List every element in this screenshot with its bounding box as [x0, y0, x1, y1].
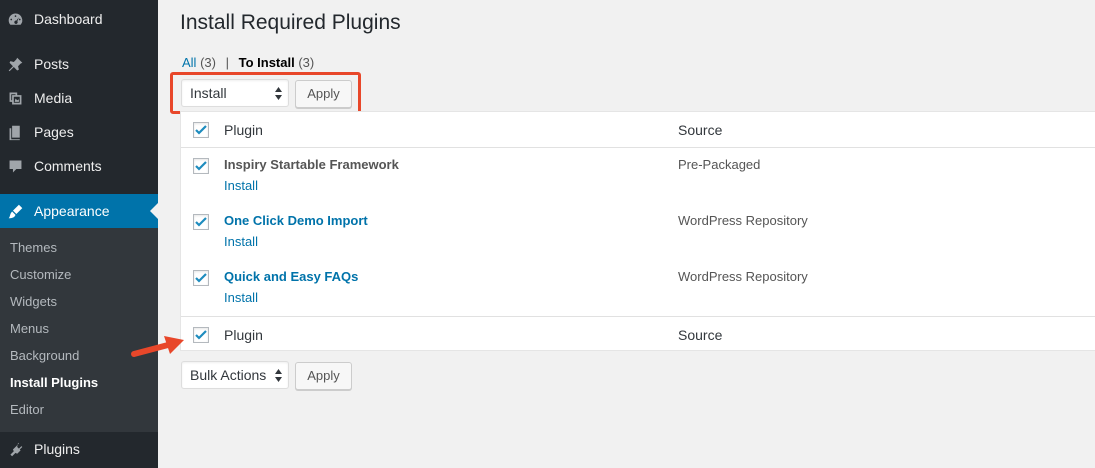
- submenu-customize[interactable]: Customize: [10, 265, 71, 285]
- media-icon: [7, 90, 24, 107]
- submenu-install-plugins[interactable]: Install Plugins: [10, 373, 98, 393]
- table-row: Quick and Easy FAQs Install WordPress Re…: [181, 261, 1095, 317]
- plugins-table: Plugin Source Inspiry Startable Framewor…: [180, 111, 1095, 351]
- table-row: One Click Demo Import Install WordPress …: [181, 205, 1095, 261]
- filter-all-link[interactable]: All: [182, 55, 196, 70]
- install-link[interactable]: Install: [224, 178, 258, 193]
- checkmark-icon: [195, 125, 207, 135]
- column-source-footer[interactable]: Source: [678, 327, 722, 343]
- table-header: Plugin Source: [181, 112, 1095, 148]
- select-arrows-icon: [275, 87, 282, 100]
- select-all-checkbox-bottom[interactable]: [193, 327, 209, 343]
- select-arrows-icon: [275, 369, 282, 382]
- menu-dashboard[interactable]: Dashboard: [0, 2, 158, 36]
- plugin-source: WordPress Repository: [678, 213, 808, 228]
- checkmark-icon: [195, 161, 207, 171]
- submenu-background[interactable]: Background: [10, 346, 79, 366]
- checkmark-icon: [195, 330, 207, 340]
- row-checkbox[interactable]: [193, 214, 209, 230]
- plug-icon: [7, 441, 24, 458]
- column-plugin-footer[interactable]: Plugin: [224, 327, 263, 343]
- submenu-themes[interactable]: Themes: [10, 238, 57, 258]
- menu-posts[interactable]: Posts: [0, 47, 158, 81]
- filter-to-install-link[interactable]: To Install: [239, 55, 295, 70]
- brush-icon: [7, 203, 24, 220]
- column-plugin-header[interactable]: Plugin: [224, 122, 263, 138]
- menu-comments-label: Comments: [34, 158, 102, 174]
- submenu-editor[interactable]: Editor: [10, 400, 44, 420]
- menu-media-label: Media: [34, 90, 73, 106]
- plugin-name: Inspiry Startable Framework: [224, 157, 399, 172]
- row-checkbox[interactable]: [193, 158, 209, 174]
- plugin-name-link[interactable]: One Click Demo Import: [224, 213, 368, 228]
- comment-icon: [7, 158, 24, 175]
- table-row: Inspiry Startable Framework Install Pre-…: [181, 149, 1095, 205]
- plugin-name-link[interactable]: Quick and Easy FAQs: [224, 269, 358, 284]
- submenu-widgets[interactable]: Widgets: [10, 292, 57, 312]
- checkmark-icon: [195, 273, 207, 283]
- install-link[interactable]: Install: [224, 290, 258, 305]
- install-link[interactable]: Install: [224, 234, 258, 249]
- menu-dashboard-label: Dashboard: [34, 11, 103, 27]
- column-source-header[interactable]: Source: [678, 122, 722, 138]
- checkmark-icon: [195, 217, 207, 227]
- filter-separator: |: [225, 55, 229, 70]
- dashboard-icon: [7, 11, 24, 28]
- menu-appearance[interactable]: Appearance: [0, 194, 158, 228]
- menu-posts-label: Posts: [34, 56, 70, 72]
- menu-media[interactable]: Media: [0, 81, 158, 115]
- bulk-action-select-bottom[interactable]: Bulk Actions: [181, 361, 289, 389]
- status-filters: All (3) | To Install (3): [182, 55, 314, 70]
- row-checkbox[interactable]: [193, 270, 209, 286]
- plugin-source: WordPress Repository: [678, 269, 808, 284]
- bulk-action-select-top-value: Install: [190, 85, 227, 101]
- filter-all-count: (3): [200, 55, 216, 70]
- table-footer: Plugin Source: [181, 316, 1095, 351]
- menu-plugins[interactable]: Plugins: [0, 432, 158, 466]
- menu-plugins-label: Plugins: [34, 441, 80, 457]
- bulk-action-select-top[interactable]: Install: [181, 79, 289, 107]
- menu-comments[interactable]: Comments: [0, 149, 158, 183]
- menu-pages-label: Pages: [34, 124, 74, 140]
- filter-to-install-count: (3): [298, 55, 315, 70]
- admin-sidebar: Dashboard Posts Media Pages Comments App…: [0, 0, 158, 468]
- apply-button-bottom[interactable]: Apply: [295, 362, 352, 390]
- menu-appearance-label: Appearance: [34, 203, 110, 219]
- annotation-arrow-icon: [131, 336, 184, 357]
- bulk-action-select-bottom-value: Bulk Actions: [190, 367, 267, 383]
- select-all-checkbox-top[interactable]: [193, 122, 209, 138]
- page-title: Install Required Plugins: [180, 11, 401, 34]
- submenu-menus[interactable]: Menus: [10, 319, 49, 339]
- menu-pages[interactable]: Pages: [0, 115, 158, 149]
- pages-icon: [7, 124, 24, 141]
- pin-icon: [7, 56, 24, 73]
- apply-button-top[interactable]: Apply: [295, 80, 352, 108]
- plugin-source: Pre-Packaged: [678, 157, 761, 172]
